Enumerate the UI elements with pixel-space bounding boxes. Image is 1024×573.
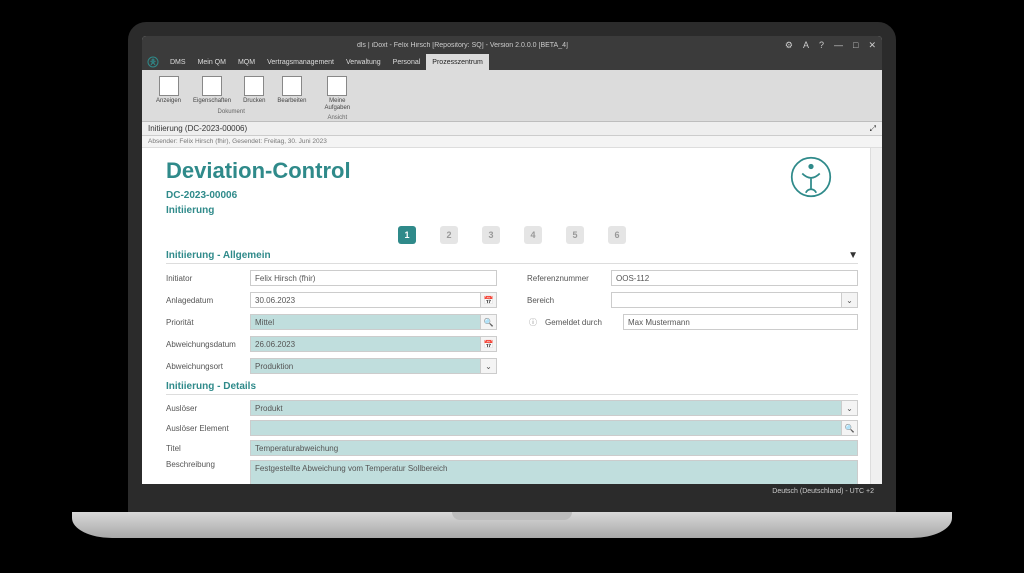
- document-stage: Initiierung: [166, 205, 858, 216]
- dropdown-icon[interactable]: ⌄: [481, 358, 497, 374]
- field-ausloeser-element[interactable]: [250, 420, 842, 436]
- label-ausloeser: Auslöser: [166, 404, 244, 413]
- step-4[interactable]: 4: [524, 226, 542, 244]
- view-icon: [159, 76, 179, 96]
- ribbon-group-label: Dokument: [218, 109, 245, 115]
- step-2[interactable]: 2: [440, 226, 458, 244]
- calendar-icon[interactable]: 📅: [481, 336, 497, 352]
- ribbon-group-label-2: Ansicht: [327, 115, 347, 121]
- label-bereich: Bereich: [527, 296, 605, 305]
- laptop-base: [72, 512, 952, 538]
- company-logo-icon: [790, 156, 832, 203]
- calendar-icon[interactable]: 📅: [481, 292, 497, 308]
- field-anlagedatum[interactable]: 30.06.2023: [250, 292, 481, 308]
- label-prioritaet: Priorität: [166, 318, 244, 327]
- field-ausloeser[interactable]: Produkt: [250, 400, 842, 416]
- menu-dms[interactable]: DMS: [164, 54, 192, 70]
- menu-mqm[interactable]: MQM: [232, 54, 261, 70]
- titlebar: dls | iDoxt - Felix Hirsch [Repository: …: [142, 36, 882, 54]
- ribbon-eigenschaften-button[interactable]: Eigenschaften: [189, 74, 235, 107]
- collapse-icon[interactable]: ▼: [848, 250, 858, 261]
- search-icon[interactable]: 🔍: [481, 314, 497, 330]
- statusbar-text: Deutsch (Deutschland) - UTC +2: [772, 488, 874, 495]
- section-details-header[interactable]: Initiierung - Details: [166, 381, 858, 395]
- close-icon[interactable]: ✕: [868, 40, 876, 51]
- dropdown-icon[interactable]: ⌄: [842, 400, 858, 416]
- meta-line: Absender: Felix Hirsch (fhir), Gesendet:…: [142, 136, 882, 148]
- tasks-icon: [327, 76, 347, 96]
- section-allgemein-header[interactable]: Initiierung - Allgemein ▼: [166, 250, 858, 264]
- edit-icon: [282, 76, 302, 96]
- document-tab-title: Initiierung (DC-2023-00006): [148, 124, 247, 133]
- expand-icon[interactable]: ⤢: [870, 124, 876, 134]
- menu-vertragsmanagement[interactable]: Vertragsmanagement: [261, 54, 340, 70]
- field-abweichungsort[interactable]: Produktion: [250, 358, 481, 374]
- field-referenznummer[interactable]: OOS-112: [611, 270, 858, 286]
- minimize-icon[interactable]: —: [834, 40, 843, 51]
- menu-personal[interactable]: Personal: [387, 54, 427, 70]
- step-3[interactable]: 3: [482, 226, 500, 244]
- app-logo-icon[interactable]: [142, 54, 164, 70]
- field-abweichungsdatum[interactable]: 26.06.2023: [250, 336, 481, 352]
- ribbon-drucken-button[interactable]: Drucken: [239, 74, 269, 107]
- field-initiator[interactable]: Felix Hirsch (fhir): [250, 270, 497, 286]
- font-icon[interactable]: A: [803, 40, 809, 51]
- maximize-icon[interactable]: □: [853, 40, 858, 51]
- menu-mein-qm[interactable]: Mein QM: [192, 54, 232, 70]
- step-indicator: 1 2 3 4 5 6: [166, 226, 858, 244]
- dropdown-icon[interactable]: ⌄: [842, 292, 858, 308]
- ribbon: Anzeigen Eigenschaften Drucken Bearbeite…: [142, 70, 882, 122]
- field-bereich[interactable]: [611, 292, 842, 308]
- document-id: DC-2023-00006: [166, 190, 858, 201]
- label-titel: Titel: [166, 444, 244, 453]
- ribbon-group-dokument: Anzeigen Eigenschaften Drucken Bearbeite…: [148, 74, 314, 115]
- help-icon[interactable]: ?: [819, 40, 824, 51]
- field-beschreibung[interactable]: Festgestellte Abweichung vom Temperatur …: [250, 460, 858, 484]
- menu-verwaltung[interactable]: Verwaltung: [340, 54, 387, 70]
- ribbon-group-ansicht: MeineAufgaben Ansicht: [316, 74, 358, 121]
- app-window: dls | iDoxt - Felix Hirsch [Repository: …: [128, 22, 896, 512]
- step-5[interactable]: 5: [566, 226, 584, 244]
- print-icon: [244, 76, 264, 96]
- settings-icon[interactable]: ⚙: [785, 40, 793, 51]
- document-tab-bar: Initiierung (DC-2023-00006) ⤢: [142, 122, 882, 136]
- document-content: Deviation-Control DC-2023-00006 Initiier…: [142, 148, 882, 484]
- ribbon-meine-aufgaben-button[interactable]: MeineAufgaben: [320, 74, 354, 113]
- label-gemeldet-durch: Gemeldet durch: [545, 318, 617, 327]
- properties-icon: [202, 76, 222, 96]
- label-beschreibung: Beschreibung: [166, 460, 244, 469]
- field-titel[interactable]: Temperaturabweichung: [250, 440, 858, 456]
- menu-prozesszentrum[interactable]: Prozesszentrum: [426, 54, 489, 70]
- field-prioritaet[interactable]: Mittel: [250, 314, 481, 330]
- label-initiator: Initiator: [166, 274, 244, 283]
- menubar: DMS Mein QM MQM Vertragsmanagement Verwa…: [142, 54, 882, 70]
- step-6[interactable]: 6: [608, 226, 626, 244]
- ribbon-bearbeiten-button[interactable]: Bearbeiten: [273, 74, 310, 107]
- step-1[interactable]: 1: [398, 226, 416, 244]
- statusbar: Deutsch (Deutschland) - UTC +2: [142, 484, 882, 498]
- window-controls: ⚙ A ? — □ ✕: [785, 40, 876, 51]
- field-gemeldet-durch[interactable]: Max Mustermann: [623, 314, 858, 330]
- label-ausloeser-element: Auslöser Element: [166, 424, 244, 433]
- label-anlagedatum: Anlagedatum: [166, 296, 244, 305]
- label-abweichungsort: Abweichungsort: [166, 362, 244, 371]
- document-title: Deviation-Control: [166, 158, 858, 184]
- meta-text: Absender: Felix Hirsch (fhir), Gesendet:…: [148, 138, 327, 145]
- laptop-notch: [452, 512, 572, 520]
- window-title: dls | iDoxt - Felix Hirsch [Repository: …: [148, 42, 777, 49]
- ribbon-anzeigen-button[interactable]: Anzeigen: [152, 74, 185, 107]
- info-icon[interactable]: ⓘ: [527, 316, 539, 328]
- label-referenznummer: Referenznummer: [527, 274, 605, 283]
- vertical-scrollbar[interactable]: [870, 148, 882, 484]
- form-allgemein: Initiator Felix Hirsch (fhir) Anlagedatu…: [166, 269, 858, 375]
- label-abweichungsdatum: Abweichungsdatum: [166, 340, 244, 349]
- search-icon[interactable]: 🔍: [842, 420, 858, 436]
